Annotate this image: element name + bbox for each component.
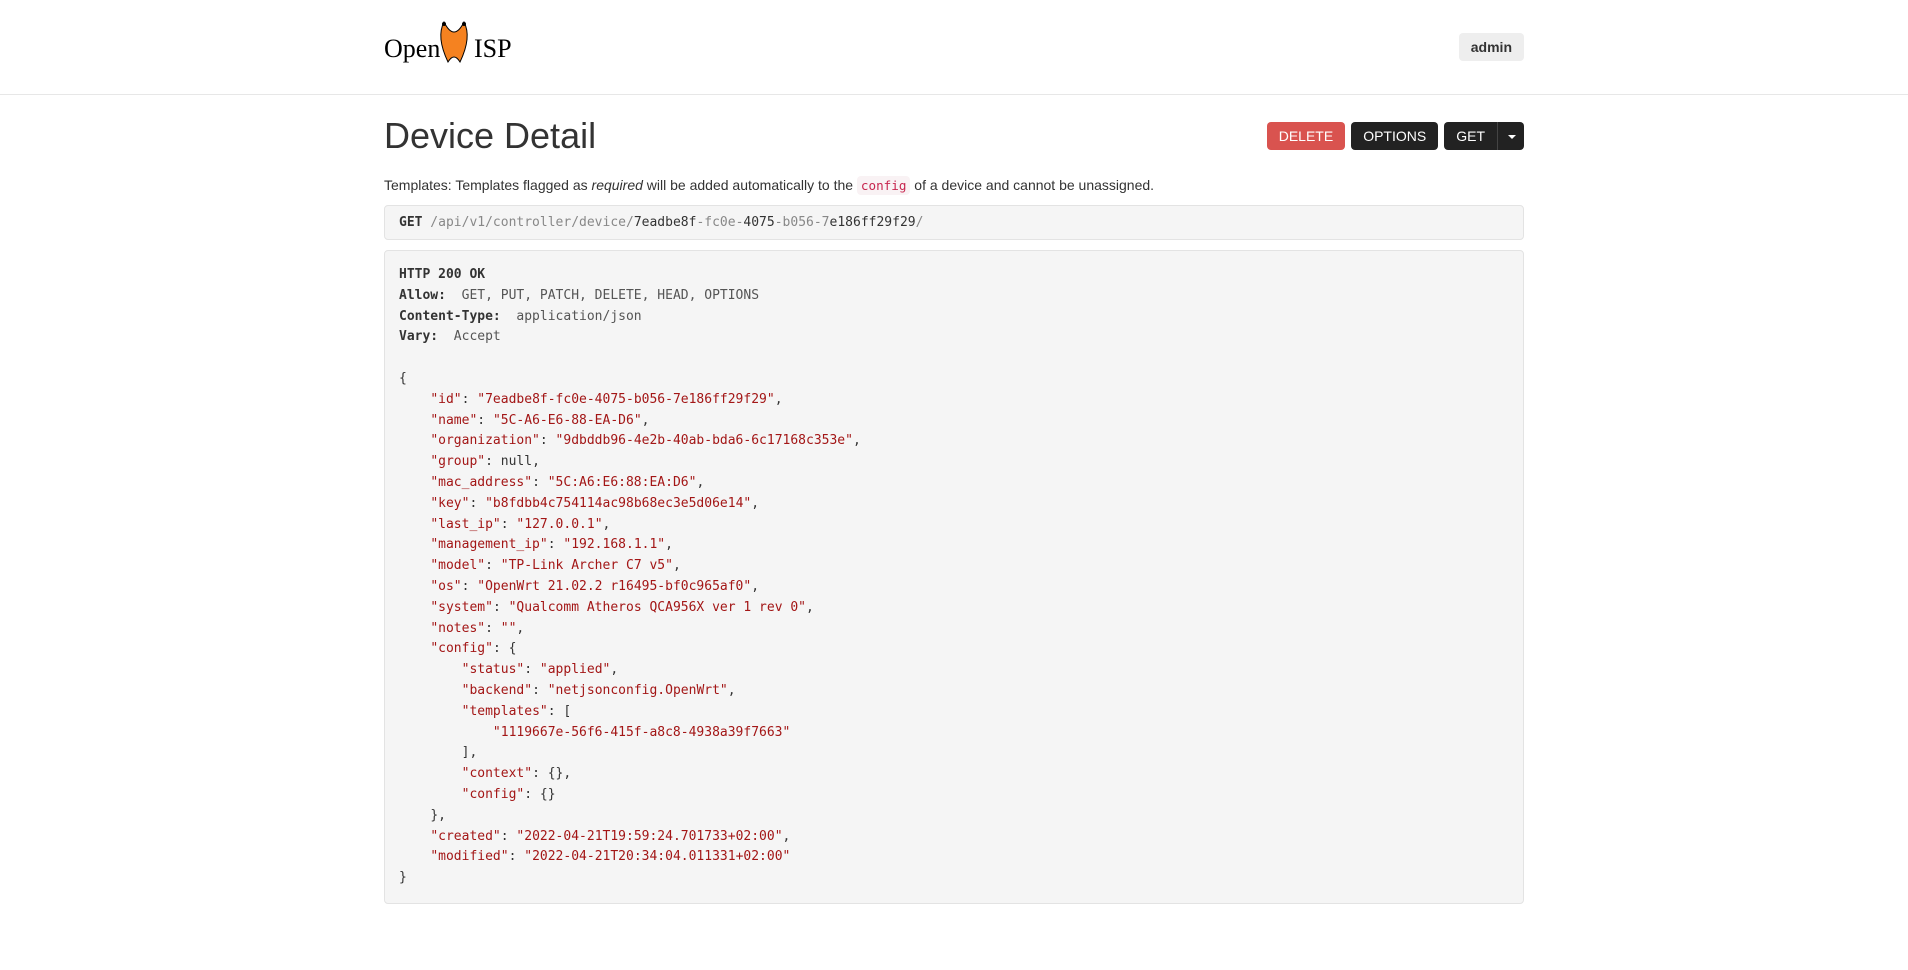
- request-path: 4075: [743, 215, 774, 230]
- request-path: e186ff29f29: [830, 215, 916, 230]
- request-method: GET: [399, 215, 422, 230]
- request-line: GET /api/v1/controller/device/7eadbe8f-f…: [384, 205, 1524, 240]
- page-header: Device Detail DELETE OPTIONS GET: [384, 115, 1524, 157]
- request-path: /api/v1/controller/device/: [422, 215, 633, 230]
- svg-text:ISP: ISP: [474, 34, 512, 63]
- request-path: 7eadbe8f: [634, 215, 697, 230]
- openwisp-logo-icon: Open ISP: [384, 12, 524, 82]
- options-button[interactable]: OPTIONS: [1351, 122, 1438, 150]
- request-path: /: [916, 215, 924, 230]
- request-path: -b056-7: [775, 215, 830, 230]
- get-button[interactable]: GET: [1444, 122, 1497, 150]
- brand-logo[interactable]: Open ISP: [384, 8, 524, 86]
- description-text: will be added automatically to the: [643, 177, 857, 193]
- description: Templates: Templates flagged as required…: [384, 177, 1524, 193]
- svg-text:Open: Open: [384, 34, 440, 63]
- delete-button[interactable]: DELETE: [1267, 122, 1345, 150]
- chevron-down-icon: [1508, 135, 1516, 139]
- get-button-group: GET: [1444, 122, 1524, 150]
- description-emph: required: [592, 177, 643, 193]
- request-path: -fc0e-: [696, 215, 743, 230]
- admin-button[interactable]: admin: [1459, 33, 1524, 61]
- description-code: config: [857, 176, 911, 195]
- navbar: Open ISP admin: [0, 0, 1908, 95]
- description-text: of a device and cannot be unassigned.: [910, 177, 1154, 193]
- action-buttons: DELETE OPTIONS GET: [1267, 122, 1524, 150]
- response-body: HTTP 200 OK Allow: GET, PUT, PATCH, DELE…: [384, 250, 1524, 904]
- description-text: Templates: Templates flagged as: [384, 177, 592, 193]
- get-dropdown-toggle[interactable]: [1497, 122, 1524, 150]
- page-title: Device Detail: [384, 115, 596, 157]
